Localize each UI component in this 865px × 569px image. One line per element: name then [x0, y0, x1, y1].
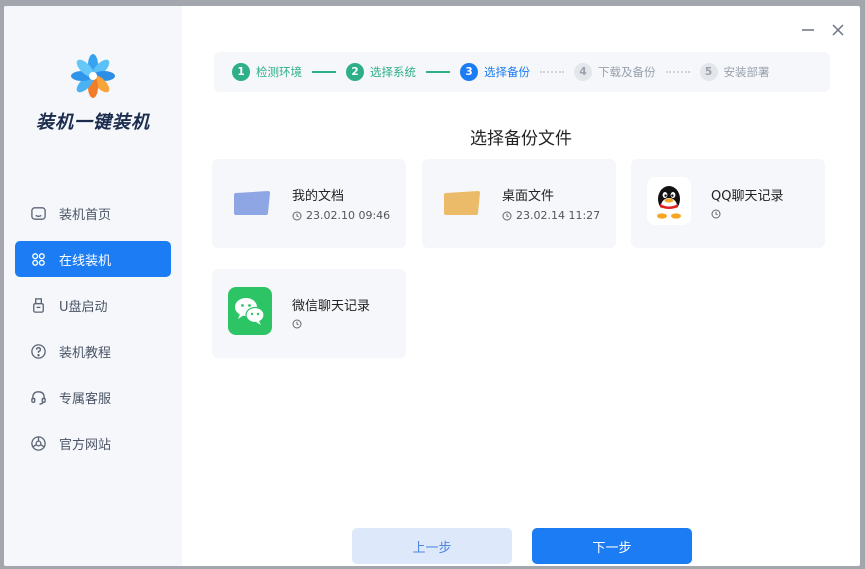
backup-name: QQ聊天记录 — [711, 189, 784, 204]
sidebar-item-online-install[interactable]: 在线装机 — [15, 241, 171, 277]
sidebar-item-website[interactable]: 官方网站 — [15, 425, 171, 461]
headset-icon — [29, 388, 47, 406]
qq-icon — [657, 186, 681, 219]
logo: 装机一键装机 — [4, 46, 182, 146]
step-connector — [665, 71, 690, 73]
backup-date-text: 23.02.14 11:27 — [516, 209, 601, 222]
backup-name: 微信聊天记录 — [292, 299, 371, 314]
installer-window: 装机一键装机 装机首页 在线装机 U盘启动 装机教程 专属客服 官方网站 1 检… — [4, 6, 860, 566]
sidebar-item-home[interactable]: 装机首页 — [15, 195, 171, 231]
step-label: 选择系统 — [370, 65, 416, 79]
minimize-button[interactable] — [796, 18, 820, 42]
close-icon — [832, 24, 844, 36]
step-number: 2 — [346, 63, 364, 81]
backup-card-desktop[interactable]: 桌面文件 23.02.14 11:27 — [422, 159, 616, 248]
backup-date — [711, 209, 725, 219]
step-install-deploy: 5 安装部署 — [699, 63, 770, 81]
step-label: 检测环境 — [256, 65, 302, 79]
wechat-icon — [235, 298, 265, 325]
step-number: 1 — [232, 63, 250, 81]
next-step-button[interactable]: 下一步 — [532, 528, 692, 564]
sidebar-item-support[interactable]: 专属客服 — [15, 379, 171, 415]
step-check-env: 1 检测环境 — [232, 63, 302, 81]
sidebar-item-label: 装机首页 — [59, 207, 112, 223]
usb-icon — [29, 296, 47, 314]
qq-tile — [647, 177, 691, 225]
folder-icon — [440, 181, 484, 225]
backup-card-documents[interactable]: 我的文档 23.02.10 09:46 — [212, 159, 406, 248]
folder-icon — [230, 181, 274, 225]
backup-date-text: 23.02.10 09:46 — [306, 209, 391, 222]
brand-name: 装机一键装机 — [36, 112, 150, 133]
step-label: 选择备份 — [484, 65, 530, 79]
previous-step-button[interactable]: 上一步 — [352, 528, 512, 564]
step-number: 5 — [699, 63, 718, 81]
close-button[interactable] — [826, 18, 850, 42]
page-title: 选择备份文件 — [470, 129, 572, 149]
sidebar-item-label: 官方网站 — [59, 437, 112, 453]
backup-date — [292, 319, 306, 329]
sidebar: 装机一键装机 装机首页 在线装机 U盘启动 装机教程 专属客服 官方网站 — [4, 6, 182, 566]
step-select-backup: 3 选择备份 — [460, 63, 530, 81]
clock-icon — [292, 319, 302, 329]
backup-date: 23.02.14 11:27 — [502, 209, 600, 222]
home-icon — [29, 204, 47, 222]
sidebar-item-tutorial[interactable]: 装机教程 — [15, 333, 171, 369]
sidebar-item-label: 专属客服 — [59, 391, 112, 407]
sidebar-item-label: U盘启动 — [59, 299, 108, 315]
step-select-system: 2 选择系统 — [346, 63, 416, 81]
sidebar-item-label: 装机教程 — [59, 345, 112, 361]
step-download-backup: 4 下载及备份 — [574, 63, 656, 81]
backup-card-qq[interactable]: QQ聊天记录 — [631, 159, 825, 248]
help-icon — [29, 342, 47, 360]
clock-icon — [292, 211, 302, 220]
minimize-icon — [802, 29, 814, 31]
sidebar-item-label: 在线装机 — [59, 253, 112, 269]
step-label: 下载及备份 — [598, 65, 656, 79]
backup-card-wechat[interactable]: 微信聊天记录 — [212, 269, 406, 358]
step-label: 安装部署 — [723, 65, 770, 79]
clock-icon — [502, 211, 512, 220]
backup-name: 桌面文件 — [502, 189, 555, 204]
logo-flower-icon — [71, 54, 115, 98]
backup-date: 23.02.10 09:46 — [292, 209, 390, 222]
step-connector — [312, 71, 336, 73]
step-connector — [426, 71, 450, 73]
sidebar-item-usb-boot[interactable]: U盘启动 — [15, 287, 171, 323]
online-install-icon — [29, 250, 47, 268]
backup-name: 我的文档 — [292, 189, 345, 204]
clock-icon — [711, 209, 721, 219]
step-connector — [540, 71, 564, 73]
step-number: 4 — [574, 63, 592, 81]
progress-steps: 1 检测环境 2 选择系统 3 选择备份 4 下载及备份 5 安装部署 — [214, 52, 830, 92]
wechat-tile — [228, 287, 272, 335]
step-number: 3 — [460, 63, 478, 81]
browser-icon — [29, 434, 47, 452]
sidebar-nav: 装机首页 在线装机 U盘启动 装机教程 专属客服 官方网站 — [15, 195, 171, 471]
